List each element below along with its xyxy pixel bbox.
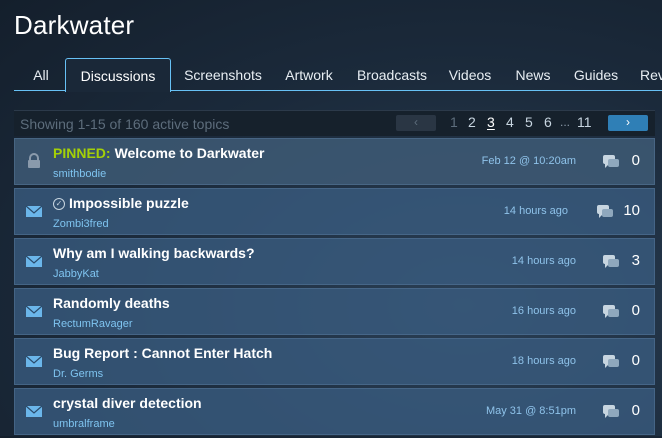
tab-discussions[interactable]: Discussions xyxy=(65,58,171,92)
reply-count: 0 xyxy=(631,152,640,169)
tab-videos[interactable]: Videos xyxy=(445,58,495,90)
topic-title[interactable]: PINNED: Welcome to Darkwater xyxy=(53,145,264,161)
prev-page-button[interactable]: ‹ xyxy=(396,115,436,131)
topic-title-text: Impossible puzzle xyxy=(69,195,189,211)
reply-count-icon xyxy=(603,355,619,368)
reply-count: 3 xyxy=(631,252,640,269)
page-ellipsis: ... xyxy=(560,115,571,129)
topic-author[interactable]: umbralframe xyxy=(53,418,115,430)
topic-author[interactable]: JabbyKat xyxy=(53,268,99,280)
envelope-icon xyxy=(25,405,43,417)
tab-artwork[interactable]: Artwork xyxy=(281,58,337,90)
topic-row[interactable]: ✓ Impossible puzzle Zombi3fred 14 hours a… xyxy=(14,188,655,235)
reply-count: 0 xyxy=(631,302,640,319)
page-link-4[interactable]: 4 xyxy=(506,114,514,130)
topic-row[interactable]: Randomly deaths RectumRavager 16 hours a… xyxy=(14,288,655,335)
topic-row[interactable]: Bug Report : Cannot Enter Hatch Dr. Germ… xyxy=(14,338,655,385)
page-link-1[interactable]: 1 xyxy=(450,114,458,130)
topic-last-post-time: 14 hours ago xyxy=(503,205,568,217)
page-link-11[interactable]: 11 xyxy=(577,114,592,130)
envelope-icon xyxy=(25,255,43,267)
tab-reviews[interactable]: Rev xyxy=(640,58,662,90)
topic-count-summary: Showing 1-15 of 160 active topics xyxy=(20,116,230,132)
envelope-icon xyxy=(25,205,43,217)
lock-icon xyxy=(28,153,40,168)
topic-author[interactable]: smithbodie xyxy=(53,168,106,180)
tab-guides[interactable]: Guides xyxy=(571,58,621,90)
topic-title[interactable]: ✓ Impossible puzzle xyxy=(53,195,189,211)
chevron-left-icon: ‹ xyxy=(414,115,418,129)
topic-row[interactable]: crystal diver detection umbralframe May … xyxy=(14,388,655,435)
page-link-2[interactable]: 2 xyxy=(468,114,476,130)
topic-row[interactable]: PINNED: Welcome to Darkwater smithbodie F… xyxy=(14,138,655,185)
reply-count-icon xyxy=(603,255,619,268)
envelope-icon xyxy=(25,355,43,367)
reply-count-icon xyxy=(603,405,619,418)
topic-list-header: Showing 1-15 of 160 active topics ‹ 1 2 … xyxy=(14,110,655,136)
reply-count: 0 xyxy=(631,352,640,369)
topic-author[interactable]: RectumRavager xyxy=(53,318,132,330)
tab-broadcasts[interactable]: Broadcasts xyxy=(354,58,430,90)
reply-count: 0 xyxy=(631,402,640,419)
pinned-label: PINNED: xyxy=(53,145,111,161)
reply-count-icon xyxy=(603,305,619,318)
topic-last-post-time: 14 hours ago xyxy=(511,255,576,267)
next-page-button[interactable]: › xyxy=(608,115,648,131)
topic-last-post-time: 16 hours ago xyxy=(511,305,576,317)
tab-all[interactable]: All xyxy=(26,58,56,90)
topic-last-post-time: 18 hours ago xyxy=(511,355,576,367)
topic-title[interactable]: Bug Report : Cannot Enter Hatch xyxy=(53,345,272,361)
envelope-icon xyxy=(25,305,43,317)
topic-author[interactable]: Dr. Germs xyxy=(53,368,103,380)
reply-count: 10 xyxy=(623,202,640,219)
topic-last-post-time: May 31 @ 8:51pm xyxy=(485,405,576,417)
topic-last-post-time: Feb 12 @ 10:20am xyxy=(481,155,576,167)
page-link-5[interactable]: 5 xyxy=(525,114,533,130)
topic-row[interactable]: Why am I walking backwards? JabbyKat 14 … xyxy=(14,238,655,285)
topic-title[interactable]: Why am I walking backwards? xyxy=(53,245,255,261)
tab-screenshots[interactable]: Screenshots xyxy=(183,58,263,90)
reply-count-icon xyxy=(603,155,619,168)
reply-count-icon xyxy=(597,205,613,218)
page-link-3-current: 3 xyxy=(487,114,495,130)
tab-bar: All Discussions Screenshots Artwork Broa… xyxy=(14,58,662,92)
topic-title-text: Welcome to Darkwater xyxy=(114,145,265,161)
topic-author[interactable]: Zombi3fred xyxy=(53,218,109,230)
answered-check-icon: ✓ xyxy=(53,198,65,210)
page-title: Darkwater xyxy=(14,10,135,40)
tab-news[interactable]: News xyxy=(511,58,555,90)
topic-title[interactable]: crystal diver detection xyxy=(53,395,202,411)
topic-title[interactable]: Randomly deaths xyxy=(53,295,170,311)
chevron-right-icon: › xyxy=(626,115,630,129)
page-link-6[interactable]: 6 xyxy=(544,114,552,130)
topic-list: PINNED: Welcome to Darkwater smithbodie F… xyxy=(14,138,655,438)
